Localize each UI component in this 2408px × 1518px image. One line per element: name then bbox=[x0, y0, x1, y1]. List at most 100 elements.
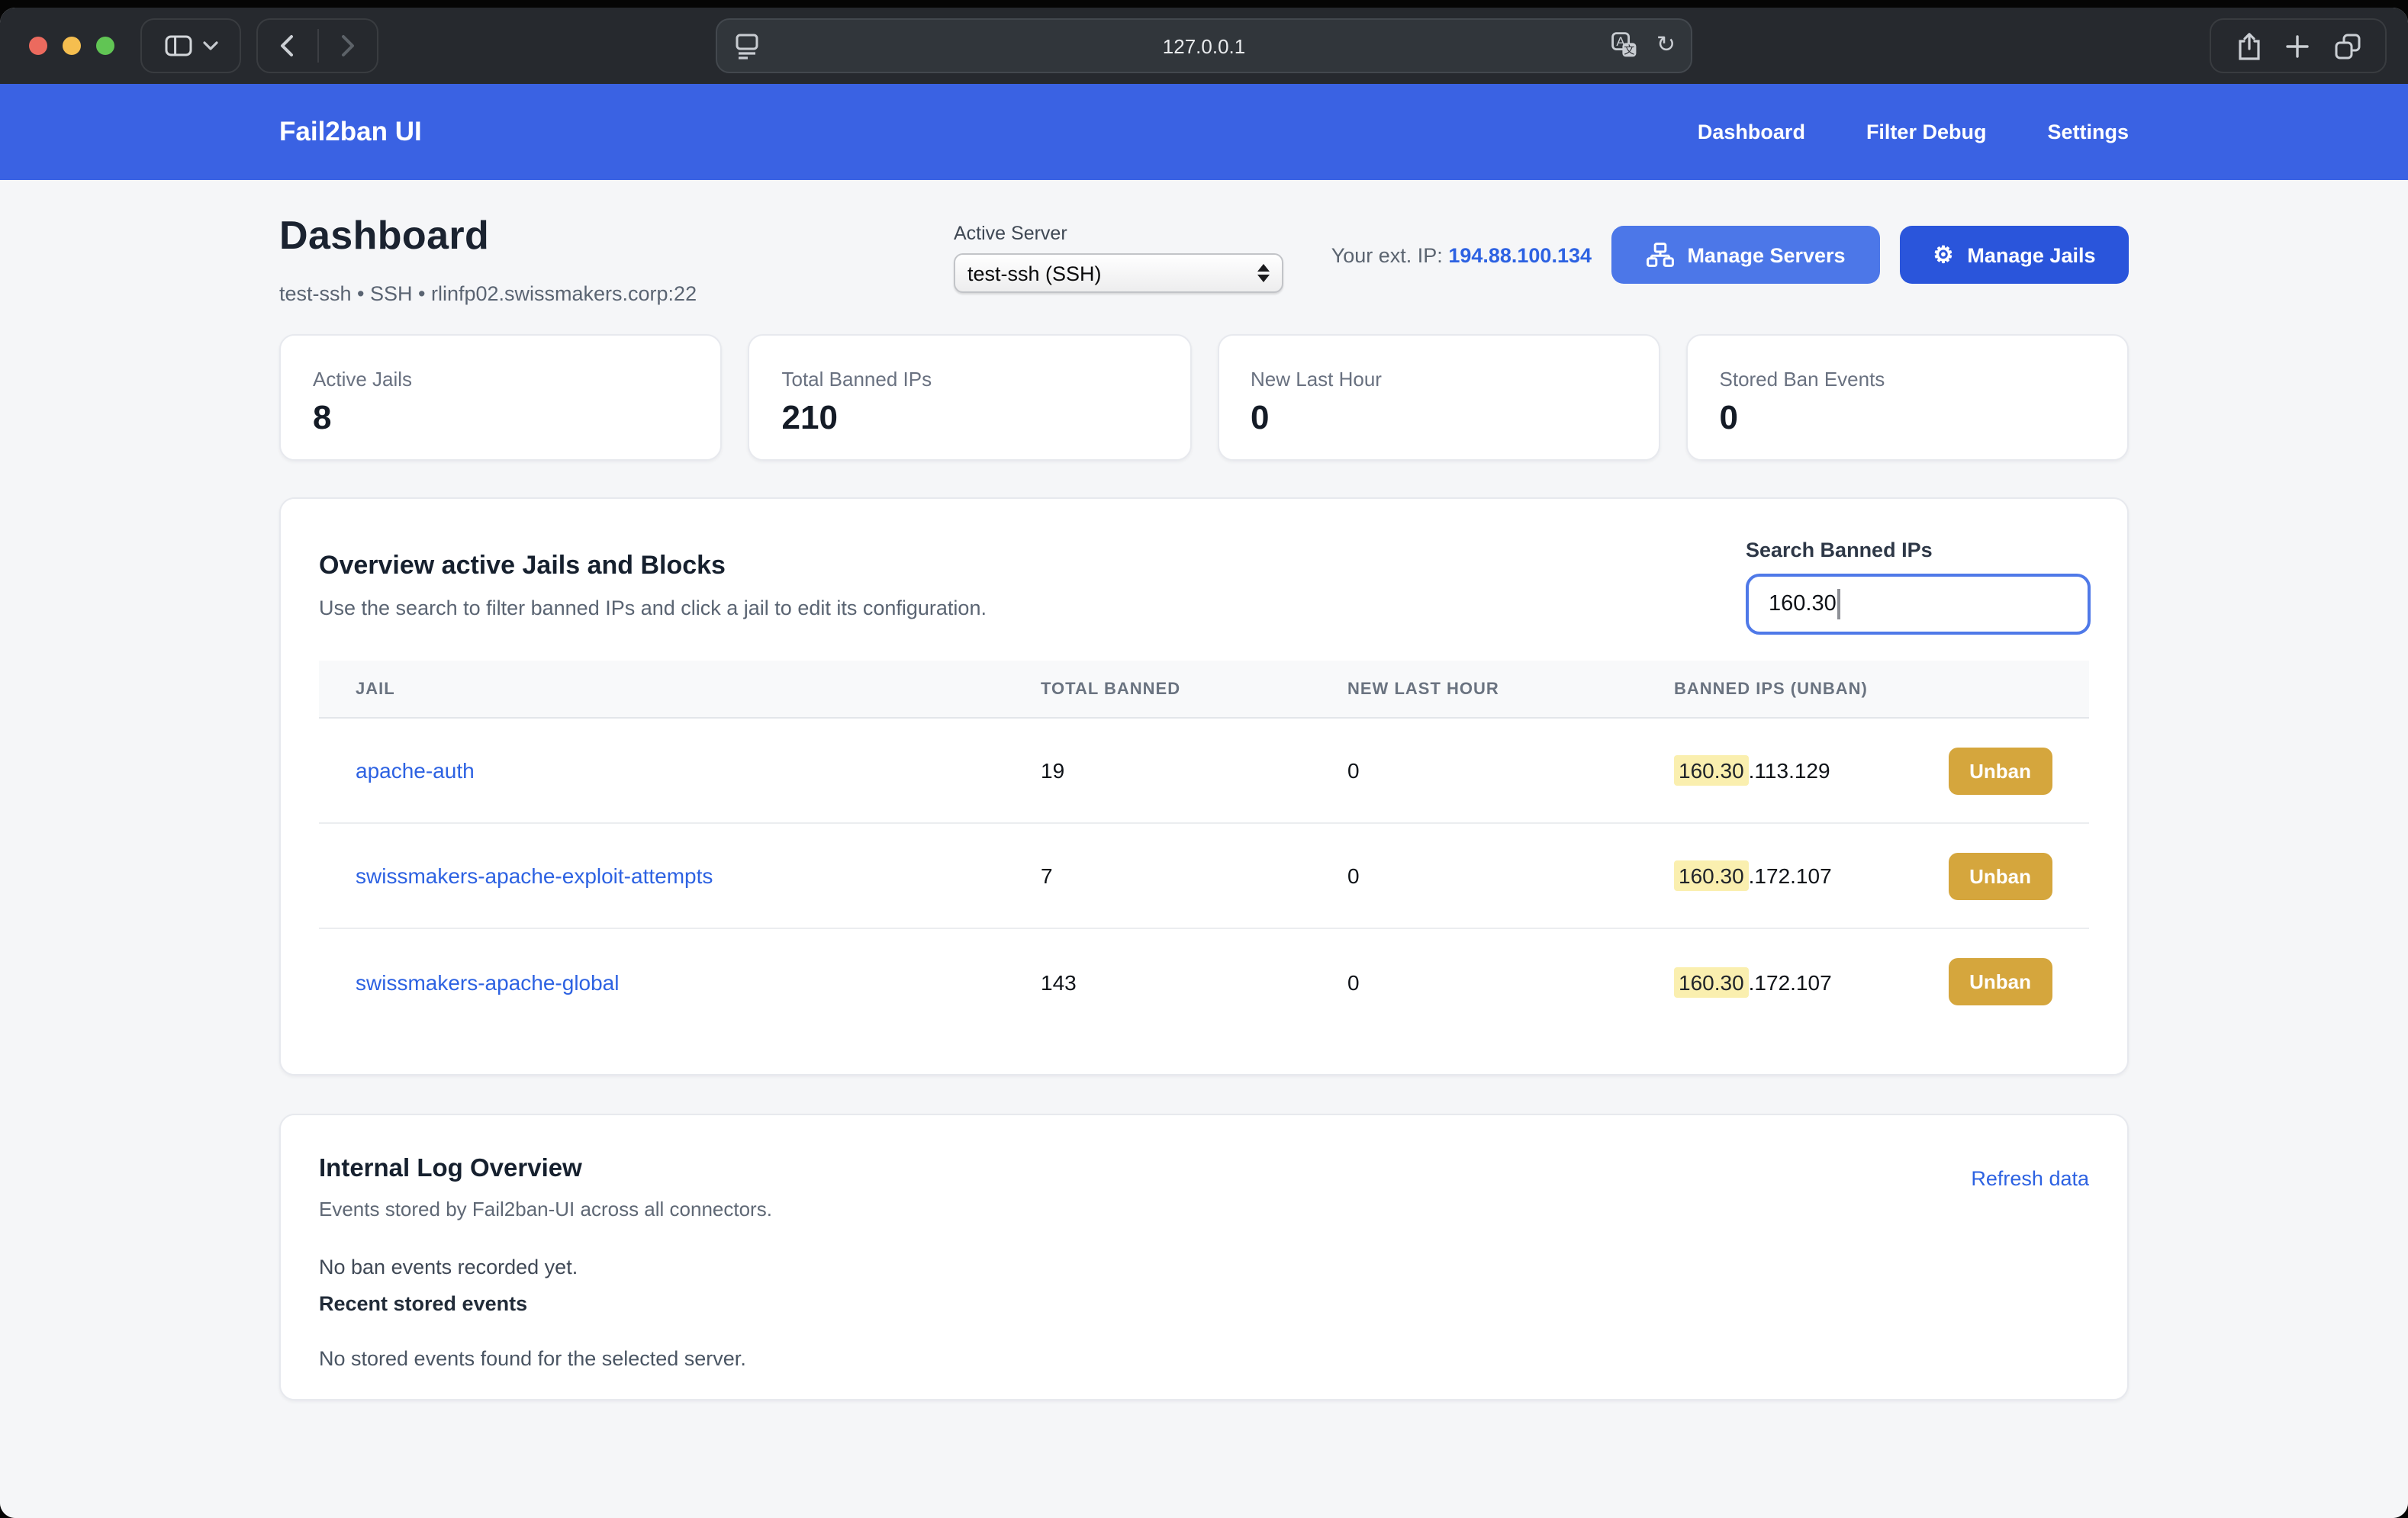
manage-jails-button[interactable]: ⚙ Manage Jails bbox=[1900, 226, 2129, 284]
banned-ip-cell: 160.30.172.107 Unban bbox=[1674, 852, 2052, 899]
overview-card: Overview active Jails and Blocks Use the… bbox=[279, 497, 2129, 1076]
screenshot-stage: 127.0.0.1 A 文 ↻ bbox=[0, 0, 2408, 1518]
browser-titlebar: 127.0.0.1 A 文 ↻ bbox=[0, 8, 2408, 84]
search-input[interactable]: 160.30 bbox=[1746, 574, 2091, 635]
stat-value: 0 bbox=[1720, 398, 2096, 438]
table-row: swissmakers-apache-global 143 0 160.30.1… bbox=[319, 929, 2089, 1034]
table-row: swissmakers-apache-exploit-attempts 7 0 … bbox=[319, 824, 2089, 929]
tab-overview-icon[interactable] bbox=[2334, 33, 2360, 59]
stat-label: New Last Hour bbox=[1251, 368, 1627, 391]
chevron-down-icon bbox=[202, 41, 217, 50]
nav-links: Dashboard Filter Debug Settings bbox=[1698, 121, 2129, 143]
col-new-last-hour: NEW LAST HOUR bbox=[1347, 680, 1674, 698]
stat-value: 0 bbox=[1251, 398, 1627, 438]
banned-ip: 160.30.113.129 bbox=[1674, 758, 1830, 783]
window-controls bbox=[29, 37, 114, 55]
forward-button[interactable] bbox=[318, 20, 377, 72]
log-title: Internal Log Overview bbox=[319, 1155, 2089, 1184]
nav-link[interactable]: Settings bbox=[2047, 121, 2129, 143]
translate-icon[interactable]: A 文 bbox=[1612, 32, 1638, 58]
app-navbar: Fail2ban UI Dashboard Filter Debug Setti… bbox=[0, 84, 2408, 180]
close-window-button[interactable] bbox=[29, 37, 47, 55]
search-label: Search Banned IPs bbox=[1746, 539, 2091, 561]
page-subtitle: test-ssh • SSH • rlinfp02.swissmakers.co… bbox=[279, 282, 697, 305]
stat-card: Active Jails 8 bbox=[279, 334, 723, 461]
manage-jails-label: Manage Jails bbox=[1967, 243, 2095, 266]
external-ip-value: 194.88.100.134 bbox=[1448, 244, 1592, 267]
search-value: 160.30 bbox=[1769, 592, 1837, 616]
stat-card: Total Banned IPs 210 bbox=[748, 334, 1192, 461]
log-subtitle: Events stored by Fail2ban-UI across all … bbox=[319, 1198, 2089, 1221]
sidebar-toggle-button[interactable] bbox=[140, 18, 241, 73]
active-server-select[interactable]: test-ssh (SSH) bbox=[954, 253, 1283, 293]
nav-link[interactable]: Dashboard bbox=[1698, 121, 1805, 143]
jail-link[interactable]: swissmakers-apache-global bbox=[356, 970, 1041, 994]
ip-search-highlight: 160.30 bbox=[1674, 966, 1749, 997]
new-tab-icon[interactable] bbox=[2286, 34, 2309, 57]
stat-label: Active Jails bbox=[313, 368, 689, 391]
page-body: Dashboard test-ssh • SSH • rlinfp02.swis… bbox=[0, 206, 2408, 1518]
table-header: JAIL TOTAL BANNED NEW LAST HOUR BANNED I… bbox=[319, 661, 2089, 719]
active-server-label: Active Server bbox=[954, 223, 1283, 244]
log-card: Internal Log Overview Refresh data Event… bbox=[279, 1114, 2129, 1401]
page-title: Dashboard bbox=[279, 212, 489, 259]
reload-icon[interactable]: ↻ bbox=[1656, 34, 1676, 56]
jails-table: JAIL TOTAL BANNED NEW LAST HOUR BANNED I… bbox=[319, 661, 2089, 1034]
stats-cards: Active Jails 8 Total Banned IPs 210 New … bbox=[279, 334, 2129, 461]
app-brand: Fail2ban UI bbox=[279, 116, 422, 148]
active-server-group: Active Server test-ssh (SSH) bbox=[954, 223, 1283, 293]
unban-button[interactable]: Unban bbox=[1948, 958, 2052, 1005]
url-text: 127.0.0.1 bbox=[717, 34, 1691, 57]
gear-icon: ⚙ bbox=[1933, 243, 1954, 266]
no-ban-events-text: No ban events recorded yet. bbox=[319, 1256, 2089, 1278]
history-nav bbox=[256, 18, 378, 73]
share-icon[interactable] bbox=[2236, 31, 2261, 60]
total-banned-value: 19 bbox=[1041, 758, 1347, 783]
col-banned-ips: BANNED IPS (UNBAN) bbox=[1674, 680, 2052, 698]
stat-card: Stored Ban Events 0 bbox=[1686, 334, 2130, 461]
select-stepper-icon bbox=[1257, 264, 1270, 282]
unban-button[interactable]: Unban bbox=[1948, 852, 2052, 899]
jail-link[interactable]: apache-auth bbox=[356, 758, 1041, 783]
external-ip-label: Your ext. IP: bbox=[1331, 244, 1443, 267]
jail-link[interactable]: swissmakers-apache-exploit-attempts bbox=[356, 864, 1041, 888]
manage-servers-label: Manage Servers bbox=[1687, 243, 1845, 266]
sidebar-icon bbox=[164, 35, 192, 56]
nav-link[interactable]: Filter Debug bbox=[1866, 121, 1987, 143]
back-button[interactable] bbox=[258, 20, 317, 72]
minimize-window-button[interactable] bbox=[63, 37, 81, 55]
sitemap-icon bbox=[1646, 243, 1673, 267]
banned-ip-cell: 160.30.113.129 Unban bbox=[1674, 747, 2052, 794]
ip-search-highlight: 160.30 bbox=[1674, 755, 1749, 786]
stat-card: New Last Hour 0 bbox=[1217, 334, 1660, 461]
stat-label: Stored Ban Events bbox=[1720, 368, 2096, 391]
zoom-window-button[interactable] bbox=[96, 37, 114, 55]
unban-button[interactable]: Unban bbox=[1948, 747, 2052, 794]
table-row: apache-auth 19 0 160.30.113.129 Unban bbox=[319, 719, 2089, 824]
svg-text:文: 文 bbox=[1624, 44, 1635, 56]
stat-value: 210 bbox=[782, 398, 1158, 438]
stat-value: 8 bbox=[313, 398, 689, 438]
table-body: apache-auth 19 0 160.30.113.129 Unban bbox=[319, 719, 2089, 1034]
stat-label: Total Banned IPs bbox=[782, 368, 1158, 391]
new-last-hour-value: 0 bbox=[1347, 970, 1674, 994]
ip-rest: .172.107 bbox=[1749, 970, 1832, 994]
banned-ip-cell: 160.30.172.107 Unban bbox=[1674, 958, 2052, 1005]
active-server-value: test-ssh (SSH) bbox=[967, 262, 1102, 285]
browser-window: 127.0.0.1 A 文 ↻ bbox=[0, 8, 2408, 1518]
total-banned-value: 7 bbox=[1041, 864, 1347, 888]
refresh-data-link[interactable]: Refresh data bbox=[1971, 1167, 2089, 1190]
new-last-hour-value: 0 bbox=[1347, 864, 1674, 888]
external-ip: Your ext. IP: 194.88.100.134 bbox=[1331, 244, 1592, 267]
new-last-hour-value: 0 bbox=[1347, 758, 1674, 783]
text-caret bbox=[1838, 589, 1840, 619]
address-bar-actions: A 文 ↻ bbox=[1612, 32, 1676, 58]
ip-rest: .172.107 bbox=[1749, 864, 1832, 888]
ip-search-highlight: 160.30 bbox=[1674, 860, 1749, 891]
address-bar[interactable]: 127.0.0.1 A 文 ↻ bbox=[716, 18, 1692, 73]
search-group: Search Banned IPs 160.30 bbox=[1746, 539, 2091, 635]
manage-servers-button[interactable]: Manage Servers bbox=[1611, 226, 1880, 284]
col-jail: JAIL bbox=[356, 680, 1041, 698]
dashboard-header: Dashboard test-ssh • SSH • rlinfp02.swis… bbox=[279, 206, 2129, 334]
no-stored-events-text: No stored events found for the selected … bbox=[319, 1347, 2089, 1370]
